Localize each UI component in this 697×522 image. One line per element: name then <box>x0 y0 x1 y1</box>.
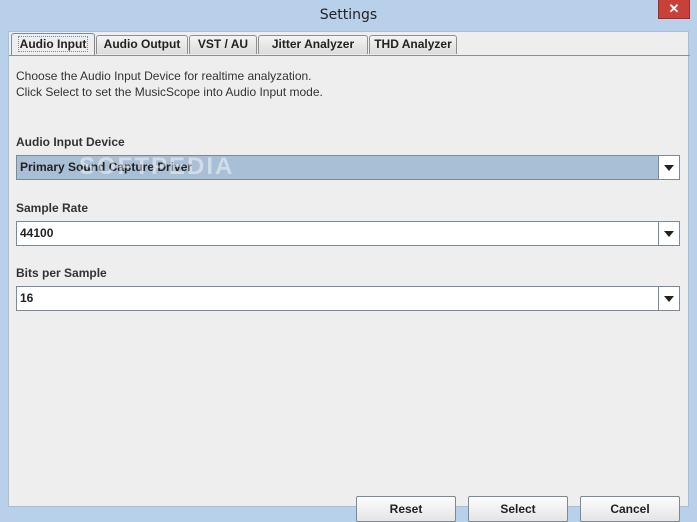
tab-audio-output[interactable]: Audio Output <box>96 35 188 54</box>
audio-input-device-label: Audio Input Device <box>16 135 125 149</box>
sample-rate-select[interactable]: 44100 <box>16 221 680 246</box>
close-button[interactable]: ✕ <box>658 0 690 19</box>
close-icon: ✕ <box>668 1 680 16</box>
tab-label: THD Analyzer <box>374 37 452 51</box>
bits-per-sample-value: 16 <box>20 291 34 305</box>
sample-rate-label: Sample Rate <box>16 201 89 215</box>
watermark: SOFTPEDIA <box>79 153 235 180</box>
tab-jitter-analyzer[interactable]: Jitter Analyzer <box>258 35 368 54</box>
select-button[interactable]: Select <box>468 496 568 522</box>
reset-button[interactable]: Reset <box>356 496 456 522</box>
settings-window: Settings ✕ Audio Input Audio Output VST … <box>0 0 697 522</box>
title-bar[interactable]: Settings ✕ <box>0 0 697 31</box>
audio-input-panel: Choose the Audio Input Device for realti… <box>9 55 688 522</box>
chevron-down-icon[interactable] <box>658 222 679 245</box>
tab-strip: Audio Input Audio Output VST / AU Jitter… <box>9 33 690 56</box>
tab-thd-analyzer[interactable]: THD Analyzer <box>369 35 457 54</box>
bits-per-sample-select[interactable]: 16 <box>16 286 680 311</box>
tab-label: Jitter Analyzer <box>271 37 355 51</box>
settings-dialog-body: Audio Input Audio Output VST / AU Jitter… <box>8 31 690 522</box>
tab-vst-au[interactable]: VST / AU <box>189 35 257 54</box>
window-title: Settings <box>319 7 378 23</box>
description-line-1: Choose the Audio Input Device for realti… <box>16 69 312 83</box>
tab-label: Audio Output <box>103 37 181 51</box>
chevron-down-icon[interactable] <box>658 156 679 179</box>
cancel-button[interactable]: Cancel <box>580 496 680 522</box>
tab-label: VST / AU <box>197 37 249 51</box>
bits-per-sample-label: Bits per Sample <box>16 266 107 280</box>
sample-rate-value: 44100 <box>20 226 54 240</box>
description-line-2: Click Select to set the MusicScope into … <box>16 85 323 99</box>
tab-audio-input[interactable]: Audio Input <box>11 33 95 55</box>
tab-label: Audio Input <box>17 36 89 52</box>
chevron-down-icon[interactable] <box>658 287 679 310</box>
